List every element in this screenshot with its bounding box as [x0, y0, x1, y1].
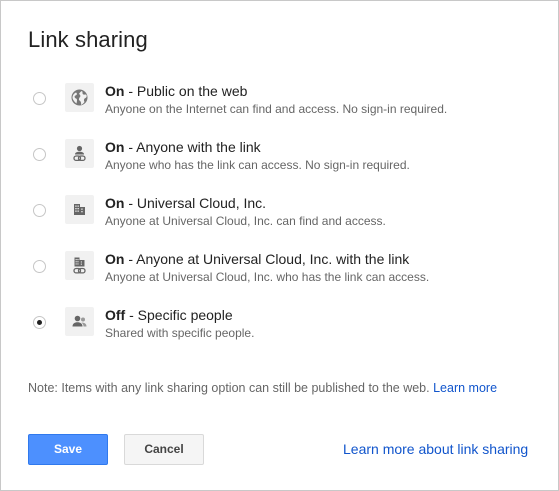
radio-specific-people[interactable] — [33, 316, 46, 329]
option-label: On - Universal Cloud, Inc. — [105, 195, 267, 211]
save-button[interactable]: Save — [28, 434, 108, 465]
option-label: Off - Specific people — [105, 307, 233, 323]
option-universal-cloud-with-link[interactable]: On - Anyone at Universal Cloud, Inc. wit… — [1, 246, 559, 292]
option-specific-people[interactable]: Off - Specific people Shared with specif… — [1, 302, 559, 348]
option-description: Anyone at Universal Cloud, Inc. who has … — [105, 270, 430, 284]
learn-more-link-sharing[interactable]: Learn more about link sharing — [343, 441, 528, 457]
option-description: Anyone who has the link can access. No s… — [105, 158, 410, 172]
note-text: Note: Items with any link sharing option… — [28, 381, 434, 395]
person-link-icon — [65, 139, 94, 168]
radio-universal-cloud[interactable] — [33, 204, 46, 217]
learn-more-link[interactable]: Learn more — [433, 381, 497, 395]
option-label: On - Anyone at Universal Cloud, Inc. wit… — [105, 251, 410, 267]
building-icon — [65, 195, 94, 224]
option-universal-cloud[interactable]: On - Universal Cloud, Inc. Anyone at Uni… — [1, 190, 559, 236]
radio-universal-cloud-with-link[interactable] — [33, 260, 46, 273]
option-public-on-web[interactable]: On - Public on the web Anyone on the Int… — [1, 78, 559, 124]
globe-icon — [65, 83, 94, 112]
option-description: Shared with specific people. — [105, 326, 255, 340]
link-sharing-dialog: Link sharing On - Public on the web Anyo… — [0, 0, 559, 491]
publish-note: Note: Items with any link sharing option… — [28, 381, 497, 395]
option-description: Anyone on the Internet can find and acce… — [105, 102, 448, 116]
cancel-button[interactable]: Cancel — [124, 434, 204, 465]
dialog-title: Link sharing — [28, 27, 148, 52]
building-link-icon — [65, 251, 94, 280]
option-anyone-with-link[interactable]: On - Anyone with the link Anyone who has… — [1, 134, 559, 180]
people-icon — [65, 307, 94, 336]
option-label: On - Public on the web — [105, 83, 248, 99]
radio-anyone-with-link[interactable] — [33, 148, 46, 161]
radio-public-on-web[interactable] — [33, 92, 46, 105]
option-label: On - Anyone with the link — [105, 139, 261, 155]
option-description: Anyone at Universal Cloud, Inc. can find… — [105, 214, 386, 228]
